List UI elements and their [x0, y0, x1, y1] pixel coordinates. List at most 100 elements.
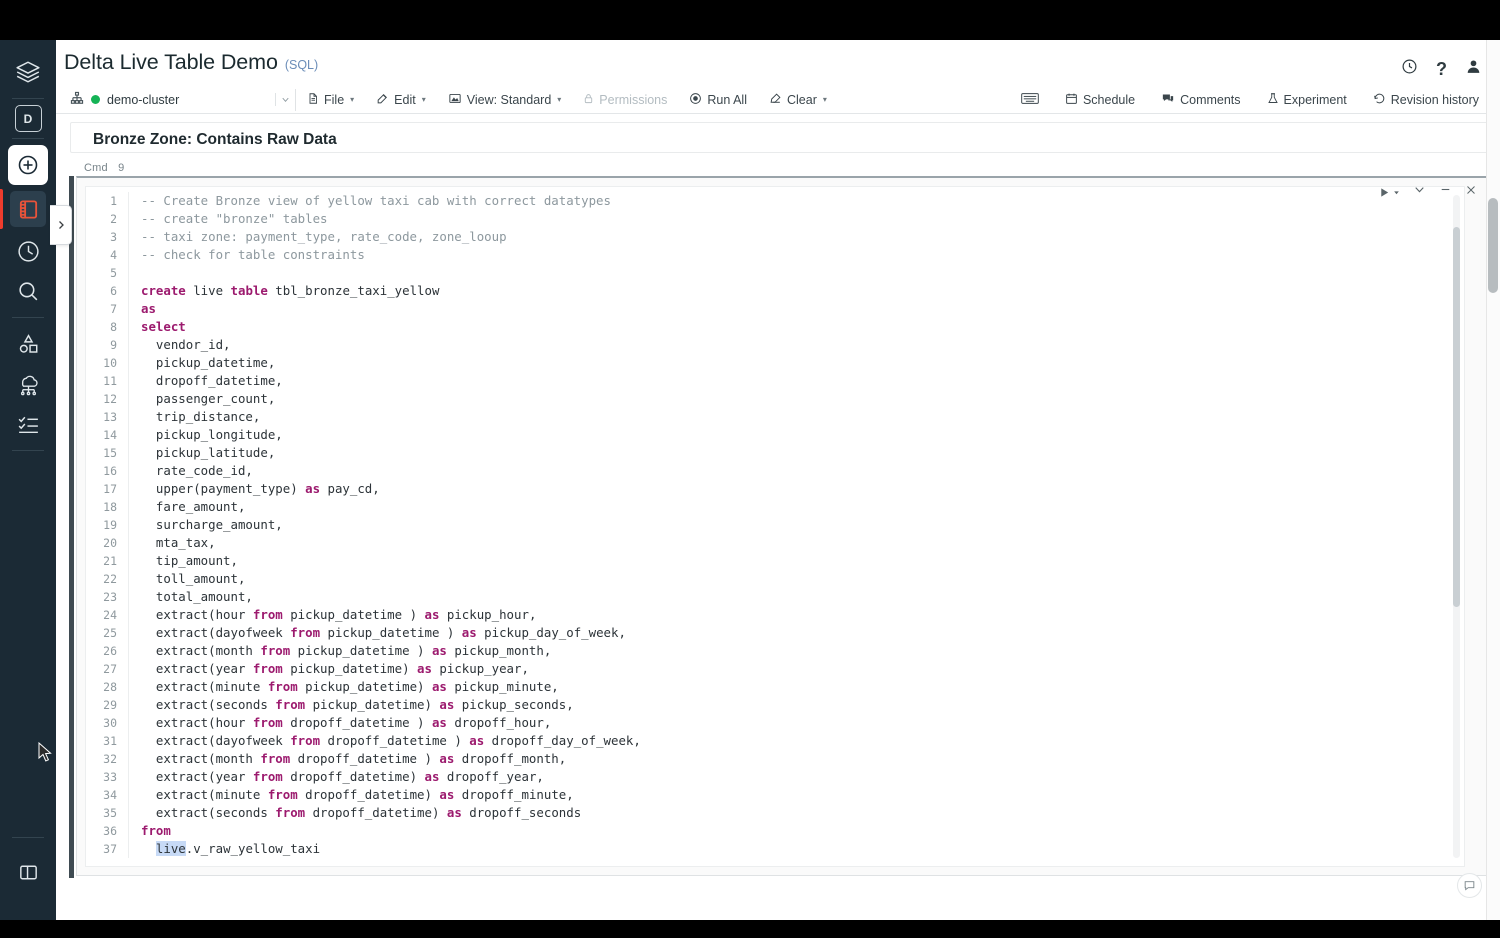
page-scrollbar-track[interactable]: [1486, 40, 1500, 920]
run-all-button[interactable]: Run All: [678, 92, 758, 108]
code-text[interactable]: extract(minute from dropoff_datetime) as…: [129, 786, 574, 804]
code-text[interactable]: pickup_latitude,: [129, 444, 275, 462]
code-editor[interactable]: 1 -- Create Bronze view of yellow taxi ca…: [85, 186, 1465, 867]
cluster-selector[interactable]: demo-cluster: [66, 88, 296, 111]
experiment-button[interactable]: Experiment: [1254, 92, 1360, 108]
code-line[interactable]: 18 fare_amount,: [86, 498, 1464, 516]
account-icon[interactable]: [1465, 58, 1482, 80]
sidebar-item-create[interactable]: [0, 145, 56, 185]
code-line[interactable]: 24 extract(hour from pickup_datetime ) a…: [86, 606, 1464, 624]
markdown-cell[interactable]: Bronze Zone: Contains Raw Data: [70, 122, 1490, 153]
schedule-button[interactable]: Schedule: [1052, 92, 1148, 108]
sidebar-expand-handle[interactable]: [50, 205, 72, 245]
code-text[interactable]: rate_code_id,: [129, 462, 253, 480]
code-text[interactable]: extract(dayofweek from dropoff_datetime …: [129, 732, 641, 750]
code-cell[interactable]: 1 -- Create Bronze view of yellow taxi ca…: [69, 176, 1488, 878]
cluster-dropdown-caret[interactable]: [275, 93, 291, 106]
code-text[interactable]: live.v_raw_yellow_taxi: [129, 840, 320, 858]
code-line[interactable]: 3 -- taxi zone: payment_type, rate_code, …: [86, 228, 1464, 246]
code-line[interactable]: 13 trip_distance,: [86, 408, 1464, 426]
menu-view[interactable]: View: Standard ▾: [437, 92, 573, 108]
code-line[interactable]: 17 upper(payment_type) as pay_cd,: [86, 480, 1464, 498]
sidebar-item-models[interactable]: [0, 324, 56, 364]
code-line[interactable]: 25 extract(dayofweek from pickup_datetim…: [86, 624, 1464, 642]
code-text[interactable]: extract(minute from pickup_datetime) as …: [129, 678, 559, 696]
code-line[interactable]: 6 create live table tbl_bronze_taxi_yello…: [86, 282, 1464, 300]
close-icon[interactable]: [1465, 183, 1477, 201]
sidebar-panel-toggle[interactable]: [0, 852, 56, 892]
code-text[interactable]: -- create "bronze" tables: [129, 210, 328, 228]
menu-file[interactable]: File ▾: [296, 92, 365, 108]
code-line[interactable]: 11 dropoff_datetime,: [86, 372, 1464, 390]
run-icon[interactable]: [1379, 187, 1400, 198]
code-line[interactable]: 28 extract(minute from pickup_datetime) …: [86, 678, 1464, 696]
code-text[interactable]: extract(month from pickup_datetime ) as …: [129, 642, 551, 660]
keyboard-shortcuts-button[interactable]: [1008, 92, 1052, 108]
code-text[interactable]: -- Create Bronze view of yellow taxi cab…: [129, 192, 611, 210]
comments-button[interactable]: Comments: [1148, 92, 1253, 108]
code-line[interactable]: 15 pickup_latitude,: [86, 444, 1464, 462]
code-line[interactable]: 29 extract(seconds from pickup_datetime)…: [86, 696, 1464, 714]
clock-icon[interactable]: [1401, 58, 1418, 80]
code-lines[interactable]: 1 -- Create Bronze view of yellow taxi ca…: [86, 187, 1464, 858]
code-line[interactable]: 33 extract(year from dropoff_datetime) a…: [86, 768, 1464, 786]
code-line[interactable]: 27 extract(year from pickup_datetime) as…: [86, 660, 1464, 678]
page-scrollbar-thumb[interactable]: [1488, 198, 1498, 293]
code-text[interactable]: extract(dayofweek from pickup_datetime )…: [129, 624, 626, 642]
code-line[interactable]: 5: [86, 264, 1464, 282]
code-line[interactable]: 32 extract(month from dropoff_datetime )…: [86, 750, 1464, 768]
code-text[interactable]: mta_tax,: [129, 534, 216, 552]
code-line[interactable]: 35 extract(seconds from dropoff_datetime…: [86, 804, 1464, 822]
sidebar-item-logo[interactable]: [0, 52, 56, 92]
code-scrollbar-thumb[interactable]: [1453, 227, 1460, 607]
sidebar-item-data[interactable]: D: [0, 105, 56, 132]
code-line[interactable]: 1 -- Create Bronze view of yellow taxi ca…: [86, 192, 1464, 210]
code-text[interactable]: surcharge_amount,: [129, 516, 283, 534]
code-text[interactable]: -- taxi zone: payment_type, rate_code, z…: [129, 228, 507, 246]
menu-edit[interactable]: Edit ▾: [365, 92, 437, 108]
code-text[interactable]: extract(hour from pickup_datetime ) as p…: [129, 606, 537, 624]
help-icon[interactable]: ?: [1436, 60, 1447, 78]
code-line[interactable]: 31 extract(dayofweek from dropoff_dateti…: [86, 732, 1464, 750]
code-text[interactable]: extract(year from pickup_datetime) as pi…: [129, 660, 529, 678]
code-line[interactable]: 34 extract(minute from dropoff_datetime)…: [86, 786, 1464, 804]
code-text[interactable]: pickup_longitude,: [129, 426, 283, 444]
sidebar-item-jobs[interactable]: [0, 404, 56, 444]
code-line[interactable]: 37 live.v_raw_yellow_taxi: [86, 840, 1464, 858]
code-line[interactable]: 12 passenger_count,: [86, 390, 1464, 408]
code-text[interactable]: from: [129, 822, 171, 840]
code-text[interactable]: as: [129, 300, 156, 318]
add-comment-button[interactable]: [1457, 873, 1482, 898]
code-text[interactable]: fare_amount,: [129, 498, 246, 516]
code-line[interactable]: 20 mta_tax,: [86, 534, 1464, 552]
minimize-icon[interactable]: [1439, 183, 1452, 201]
code-text[interactable]: tip_amount,: [129, 552, 238, 570]
sidebar-item-recents[interactable]: [0, 231, 56, 271]
code-text[interactable]: extract(month from dropoff_datetime ) as…: [129, 750, 566, 768]
code-line[interactable]: 14 pickup_longitude,: [86, 426, 1464, 444]
code-text[interactable]: passenger_count,: [129, 390, 275, 408]
sidebar-item-workspace[interactable]: [0, 189, 56, 229]
code-line[interactable]: 36 from: [86, 822, 1464, 840]
code-line[interactable]: 16 rate_code_id,: [86, 462, 1464, 480]
code-line[interactable]: 19 surcharge_amount,: [86, 516, 1464, 534]
code-line[interactable]: 23 total_amount,: [86, 588, 1464, 606]
code-text[interactable]: extract(seconds from pickup_datetime) as…: [129, 696, 574, 714]
sidebar-item-compute[interactable]: [0, 364, 56, 404]
code-line[interactable]: 8 select: [86, 318, 1464, 336]
code-text[interactable]: create live table tbl_bronze_taxi_yellow: [129, 282, 439, 300]
code-text[interactable]: extract(seconds from dropoff_datetime) a…: [129, 804, 581, 822]
code-line[interactable]: 26 extract(month from pickup_datetime ) …: [86, 642, 1464, 660]
code-text[interactable]: extract(hour from dropoff_datetime ) as …: [129, 714, 551, 732]
code-text[interactable]: dropoff_datetime,: [129, 372, 283, 390]
code-text[interactable]: total_amount,: [129, 588, 253, 606]
code-text[interactable]: extract(year from dropoff_datetime) as d…: [129, 768, 544, 786]
chevron-down-icon[interactable]: [1413, 183, 1426, 201]
page-title[interactable]: Delta Live Table Demo: [64, 50, 278, 75]
code-text[interactable]: -- check for table constraints: [129, 246, 365, 264]
code-text[interactable]: trip_distance,: [129, 408, 260, 426]
clear-menu[interactable]: Clear ▾: [758, 92, 838, 108]
code-text[interactable]: vendor_id,: [129, 336, 231, 354]
code-text[interactable]: toll_amount,: [129, 570, 246, 588]
code-line[interactable]: 7 as: [86, 300, 1464, 318]
